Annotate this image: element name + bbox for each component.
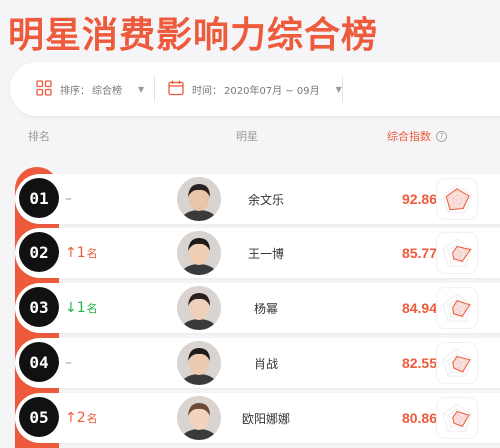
avatar[interactable] xyxy=(177,341,221,385)
rank-change-unit: 名 xyxy=(86,412,98,425)
radar-chart[interactable] xyxy=(437,288,477,328)
rank-change: ↑2 名 xyxy=(65,393,98,443)
sort-dropdown[interactable]: 排序： 综合榜 ▼ xyxy=(36,62,144,116)
radar-value-shape xyxy=(452,410,470,427)
time-value: 2020年07月 ~ 09月 xyxy=(224,85,320,97)
column-header-star: 明星 xyxy=(236,130,258,143)
time-dropdown[interactable]: 时间： 2020年07月 ~ 09月 ▼ xyxy=(168,62,342,116)
radar-value-shape xyxy=(452,355,471,373)
calendar-icon xyxy=(168,80,184,99)
rank-change-value: – xyxy=(65,355,72,371)
index-score: 85.77 xyxy=(401,245,437,261)
filter-divider xyxy=(342,76,343,102)
column-header-index: 综合指数 ? xyxy=(387,128,447,144)
star-name[interactable]: 王一博 xyxy=(225,228,307,278)
grid-icon xyxy=(36,79,52,99)
avatar[interactable] xyxy=(177,231,221,275)
sort-value: 综合榜 xyxy=(92,85,122,97)
rank-change-value: ↑2 xyxy=(65,410,86,426)
rank-change: ↓1 名 xyxy=(65,283,98,333)
star-name[interactable]: 余文乐 xyxy=(225,174,307,224)
table-row[interactable]: 03 ↓1 名 杨幂 84.94 xyxy=(15,283,500,333)
rank-change-unit: 名 xyxy=(86,247,98,260)
rank-change: ↑1 名 xyxy=(65,228,98,278)
star-name[interactable]: 欧阳娜娜 xyxy=(225,393,307,443)
page-title: 明星消费影响力综合榜 xyxy=(8,15,379,56)
chevron-down-icon: ▼ xyxy=(335,84,342,94)
star-name[interactable]: 杨幂 xyxy=(225,283,307,333)
question-circle-icon[interactable]: ? xyxy=(436,130,447,142)
column-header-rank: 排名 xyxy=(28,130,50,143)
rank-change: – xyxy=(65,174,73,224)
avatar[interactable] xyxy=(177,177,221,221)
time-label: 时间： xyxy=(192,85,222,97)
table-row[interactable]: 05 ↑2 名 欧阳娜娜 80.86 xyxy=(15,393,500,443)
rank-badge: 04 xyxy=(19,342,59,382)
avatar[interactable] xyxy=(177,286,221,330)
radar-chart[interactable] xyxy=(437,398,477,438)
table-row[interactable]: 02 ↑1 名 王一博 85.77 xyxy=(15,228,500,278)
radar-chart[interactable] xyxy=(437,343,477,383)
column-header-index-label: 综合指数 xyxy=(387,130,431,143)
avatar[interactable] xyxy=(177,396,221,440)
index-score: 92.86 xyxy=(401,191,437,207)
chevron-down-icon: ▼ xyxy=(138,84,145,94)
rank-change-value: – xyxy=(65,191,72,207)
radar-value-shape xyxy=(452,300,471,317)
sort-label: 排序： xyxy=(60,85,90,97)
rank-badge: 05 xyxy=(19,397,59,437)
star-name[interactable]: 肖战 xyxy=(225,338,307,388)
rank-badge: 01 xyxy=(19,178,59,218)
rank-badge: 02 xyxy=(19,232,59,272)
table-row[interactable]: 01 – 余文乐 92.86 xyxy=(15,174,500,224)
rank-badge: 03 xyxy=(19,287,59,327)
rank-change-value: ↓1 xyxy=(65,300,86,316)
filter-bar: 排序： 综合榜 ▼ 时间： 2020年07月 ~ 09月 ▼ xyxy=(10,62,500,116)
index-score: 80.86 xyxy=(401,410,437,426)
index-score: 84.94 xyxy=(401,300,437,316)
rank-change-value: ↑1 xyxy=(65,245,86,261)
radar-chart[interactable] xyxy=(437,179,477,219)
index-score: 82.55 xyxy=(401,355,437,371)
radar-chart[interactable] xyxy=(437,233,477,273)
radar-value-shape xyxy=(445,188,470,211)
rank-change: – xyxy=(65,338,73,388)
rank-change-unit: 名 xyxy=(86,302,98,315)
table-row[interactable]: 04 – 肖战 82.55 xyxy=(15,338,500,388)
filter-divider xyxy=(154,76,155,102)
